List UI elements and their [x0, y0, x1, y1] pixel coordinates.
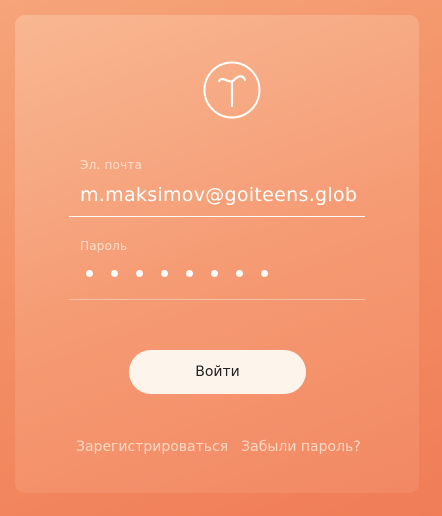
- password-mask-dot: [261, 269, 268, 277]
- password-mask-dot: [161, 269, 168, 277]
- login-button[interactable]: Войти: [129, 350, 306, 394]
- password-mask-dot: [236, 269, 243, 277]
- password-mask-dot: [211, 269, 218, 277]
- password-mask-dot: [86, 269, 93, 277]
- email-label: Эл. почта: [80, 158, 143, 172]
- email-underline: [69, 216, 365, 217]
- password-mask-dot: [186, 269, 193, 277]
- register-link[interactable]: Зарегистрироваться: [76, 439, 228, 455]
- password-mask-dot: [111, 269, 118, 277]
- password-field[interactable]: [86, 266, 286, 280]
- password-label: Пароль: [80, 239, 128, 253]
- email-field[interactable]: [80, 180, 356, 210]
- forgot-password-link[interactable]: Забыли пароль?: [241, 439, 361, 455]
- password-mask-dot: [136, 269, 143, 277]
- password-underline: [69, 299, 365, 300]
- login-card: [15, 15, 419, 493]
- tilda-logo-icon: [203, 61, 261, 119]
- auth-links: Зарегистрироваться Забыли пароль?: [76, 439, 361, 455]
